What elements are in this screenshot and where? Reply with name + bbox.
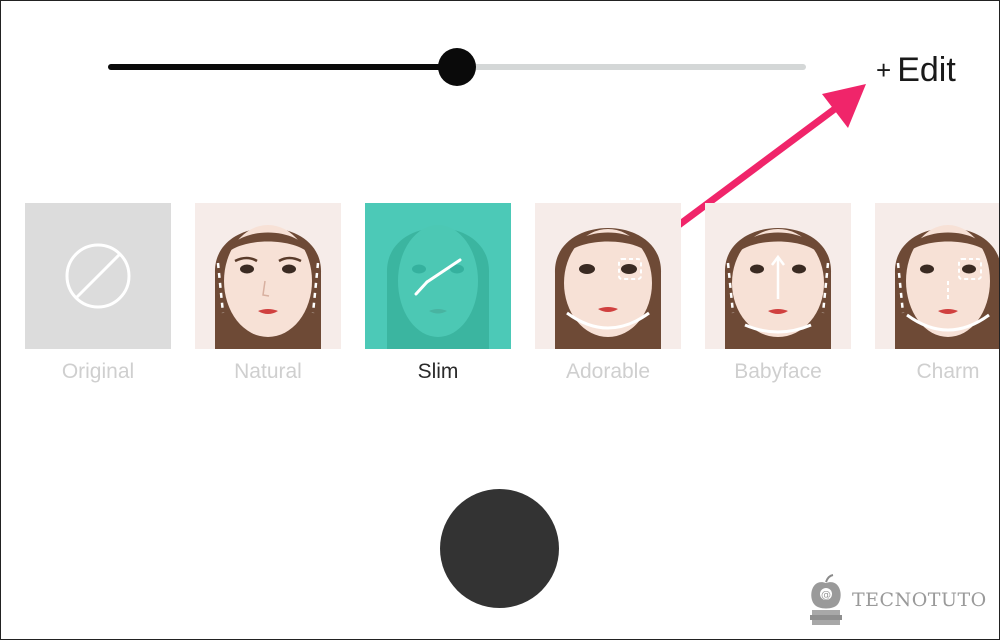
- face-preview-icon: [214, 225, 322, 349]
- filter-label: Charm: [916, 360, 980, 383]
- watermark: @ TECNOTUTO: [806, 574, 987, 626]
- filter-original[interactable]: Original: [25, 203, 171, 384]
- filter-strip: Original Natural Slim Adorable Babyface …: [25, 203, 1000, 393]
- edit-button[interactable]: + Edit: [876, 50, 956, 90]
- filter-charm-thumbnail: [875, 203, 1000, 349]
- face-preview-icon: [724, 228, 832, 349]
- face-preview-icon: [894, 225, 1000, 349]
- slider-fill: [108, 64, 457, 70]
- filter-babyface-thumbnail: [705, 203, 851, 349]
- edit-label: Edit: [897, 51, 956, 89]
- svg-text:@: @: [821, 590, 831, 601]
- filter-label: Adorable: [565, 360, 651, 383]
- plus-icon: +: [876, 55, 892, 85]
- filter-slim-thumbnail: [365, 203, 511, 349]
- apple-books-logo-icon: @: [810, 574, 842, 625]
- shutter-button[interactable]: [440, 489, 559, 608]
- filter-slim[interactable]: Slim: [365, 203, 511, 384]
- filter-label: Natural: [234, 360, 302, 383]
- filter-label: Babyface: [734, 360, 822, 383]
- filter-babyface[interactable]: Babyface: [705, 203, 851, 384]
- slider-thumb[interactable]: [438, 48, 476, 86]
- checkmark-icon: [414, 258, 462, 296]
- filter-adorable[interactable]: Adorable: [535, 203, 681, 384]
- filter-natural[interactable]: Natural: [195, 203, 341, 384]
- filter-label: Slim: [417, 360, 459, 383]
- watermark-text: TECNOTUTO: [852, 589, 987, 611]
- filter-adorable-thumbnail: [535, 203, 681, 349]
- filter-original-thumbnail: [25, 203, 171, 349]
- none-circle-slash-icon: [65, 243, 131, 309]
- filter-label: Original: [61, 360, 135, 383]
- intensity-slider[interactable]: [108, 48, 806, 86]
- face-preview-icon: [554, 228, 662, 349]
- filter-charm[interactable]: Charm: [875, 203, 1000, 384]
- filter-natural-thumbnail: [195, 203, 341, 349]
